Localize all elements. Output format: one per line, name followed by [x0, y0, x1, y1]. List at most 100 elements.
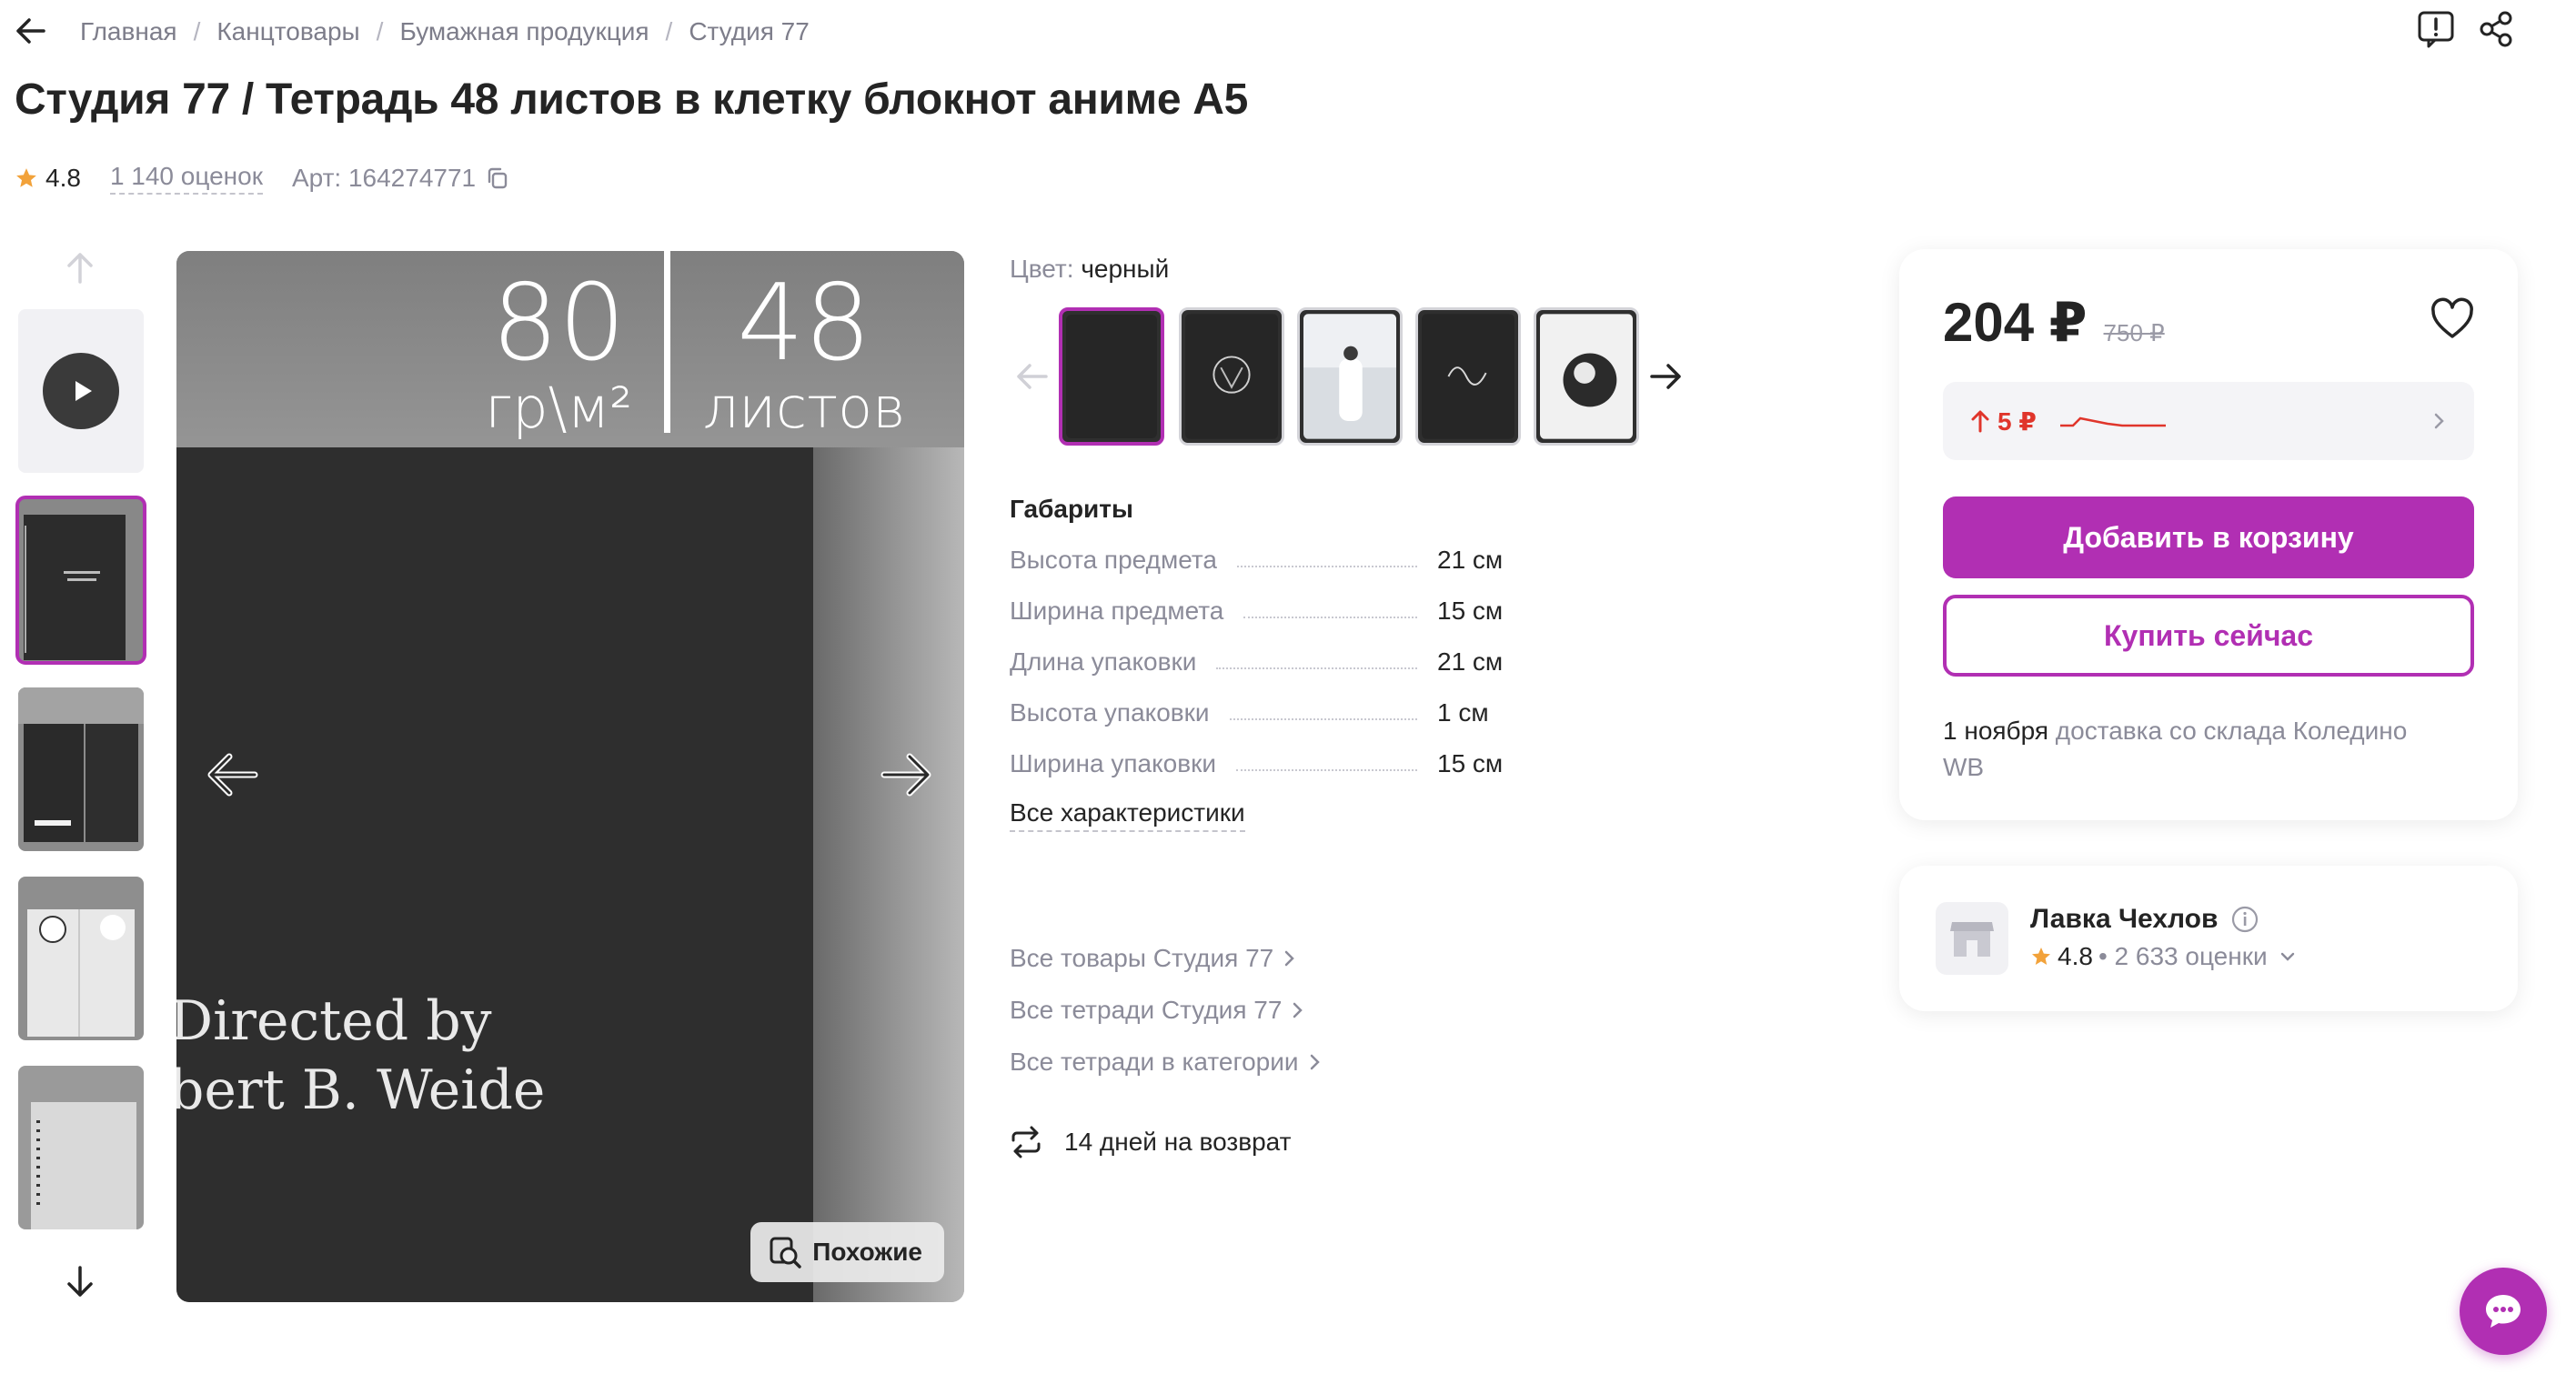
colors-next-button[interactable] [1645, 355, 1688, 398]
arrow-down-icon [67, 1266, 93, 1297]
thumb-image-4[interactable] [18, 1066, 144, 1229]
dimension-dots [1235, 769, 1417, 771]
color-option-1[interactable] [1059, 307, 1164, 446]
seller-card[interactable]: Лавка Чехлов 4.8 • 2 633 оценки [1899, 866, 2518, 1011]
shop-icon [1936, 902, 2008, 975]
info-icon[interactable] [2230, 905, 2259, 934]
color-label: Цвет: черный [1010, 255, 1169, 284]
dimension-key: Высота предмета [1010, 546, 1217, 574]
dimension-dots [1229, 718, 1417, 720]
chat-button[interactable] [2460, 1268, 2547, 1355]
dimension-row: Высота упаковки 1 см [1010, 695, 1546, 727]
dimension-value: 1 см [1437, 698, 1489, 727]
seller-name-row: Лавка Чехлов [2030, 904, 2259, 935]
thumb-image-2[interactable] [18, 687, 144, 851]
colors-prev-button[interactable] [1010, 355, 1053, 398]
arrow-left-icon [207, 753, 258, 797]
breadcrumb-item[interactable]: Главная [80, 17, 177, 46]
breadcrumb-item[interactable]: Канцтовары [216, 17, 359, 46]
similar-label: Похожие [812, 1238, 922, 1266]
chat-bubble-icon [2486, 1295, 2521, 1328]
image-divider [664, 251, 670, 433]
image-density-value: 80 [491, 262, 626, 385]
return-policy: 14 дней на возврат [1008, 1124, 1291, 1160]
back-button[interactable] [13, 13, 49, 49]
thumb-preview [18, 498, 144, 662]
gallery-next-button[interactable] [873, 742, 939, 807]
color-option-4[interactable] [1415, 307, 1521, 446]
return-arrows-icon [1011, 1126, 1041, 1158]
chevron-down-icon [2280, 952, 2294, 961]
play-icon [43, 353, 119, 429]
delivery-info: 1 ноября доставка со склада Коледино WB [1943, 713, 2434, 786]
breadcrumb-separator: / [193, 17, 201, 45]
arrow-left-icon [1017, 364, 1048, 389]
favorite-button[interactable] [2429, 296, 2476, 344]
seller-name[interactable]: Лавка Чехлов [2030, 904, 2218, 935]
seller-rating: 4.8 [2058, 942, 2093, 970]
color-option-3[interactable] [1297, 307, 1403, 446]
gallery-prev-button[interactable] [200, 742, 266, 807]
link-label: Все товары Студия 77 [1010, 944, 1274, 972]
seller-rating-row[interactable]: 4.8 • 2 633 оценки [2030, 942, 2297, 971]
return-policy-text: 14 дней на возврат [1064, 1128, 1292, 1156]
chevron-right-icon [2434, 413, 2444, 429]
color-option-preview [1422, 314, 1514, 439]
thumbs-scroll-down-button[interactable] [60, 1262, 100, 1302]
dimension-key: Ширина предмета [1010, 597, 1224, 625]
report-button[interactable] [2416, 9, 2456, 49]
link-label: Все тетради Студия 77 [1010, 996, 1283, 1024]
dimension-row: Высота предмета 21 см [1010, 542, 1546, 575]
color-option-preview [1540, 314, 1633, 439]
dimension-value: 15 см [1437, 749, 1504, 777]
price-history-button[interactable]: 5 ₽ [1943, 382, 2474, 460]
star-icon [16, 168, 36, 187]
chevron-right-icon [1310, 1054, 1320, 1070]
link-all-brand-products[interactable]: Все товары Студия 77 [1010, 944, 1297, 973]
breadcrumb-separator: / [376, 17, 384, 45]
buy-now-button[interactable]: Купить сейчас [1943, 595, 2474, 677]
image-density-unit: гр\м² [484, 375, 633, 441]
copy-icon[interactable] [485, 165, 510, 191]
thumb-image-3[interactable] [18, 877, 144, 1040]
link-label: Все тетради в категории [1010, 1048, 1299, 1076]
thumb-preview [18, 877, 144, 1040]
report-icon [2418, 11, 2454, 48]
all-characteristics-link[interactable]: Все характеристики [1010, 798, 1245, 832]
thumb-video[interactable] [18, 309, 144, 473]
add-to-cart-button[interactable]: Добавить в корзину [1943, 496, 2474, 578]
color-value: черный [1081, 255, 1170, 283]
reviews-link[interactable]: 1 140 оценок [109, 162, 263, 195]
dimension-dots [1243, 617, 1417, 618]
dimension-value: 15 см [1437, 597, 1504, 625]
dimension-key: Высота упаковки [1010, 698, 1210, 727]
arrow-right-icon [1650, 364, 1681, 389]
share-button[interactable] [2476, 9, 2516, 49]
star-icon [2032, 948, 2050, 965]
link-all-brand-notebooks[interactable]: Все тетради Студия 77 [1010, 996, 1305, 1025]
breadcrumb-item[interactable]: Студия 77 [689, 17, 810, 46]
price-sparkline [2059, 416, 2166, 427]
color-option-2[interactable] [1179, 307, 1284, 446]
product-meta: 4.8 1 140 оценок Арт: 164274771 [15, 162, 510, 195]
dimension-key: Ширина упаковки [1010, 749, 1216, 777]
thumbs-scroll-up-button[interactable] [60, 247, 100, 287]
similar-products-button[interactable]: Похожие [750, 1222, 944, 1282]
image-cover-text-line1: Directed by [176, 989, 492, 1053]
color-option-preview [1303, 314, 1396, 439]
thumb-image-1[interactable] [15, 496, 146, 665]
arrow-right-icon [880, 753, 931, 797]
color-option-5[interactable] [1534, 307, 1639, 446]
breadcrumb-item[interactable]: Бумажная продукция [399, 17, 649, 46]
thumb-preview [18, 1066, 144, 1229]
dimension-dots [1216, 667, 1417, 669]
old-price: 750 ₽ [2103, 319, 2165, 346]
dimension-dots [1236, 566, 1417, 567]
arrow-up-icon [1971, 410, 1989, 433]
main-product-image[interactable]: 80 гр\м² 48 листов Directed by bert B. W… [176, 251, 964, 1302]
link-all-category-notebooks[interactable]: Все тетради в категории [1010, 1048, 1323, 1077]
dimension-value: 21 см [1437, 647, 1504, 676]
chevron-right-icon [1293, 1002, 1303, 1018]
article-number: Арт: 164274771 [291, 164, 477, 192]
image-paper-density: 80 гр\м² [449, 271, 668, 440]
